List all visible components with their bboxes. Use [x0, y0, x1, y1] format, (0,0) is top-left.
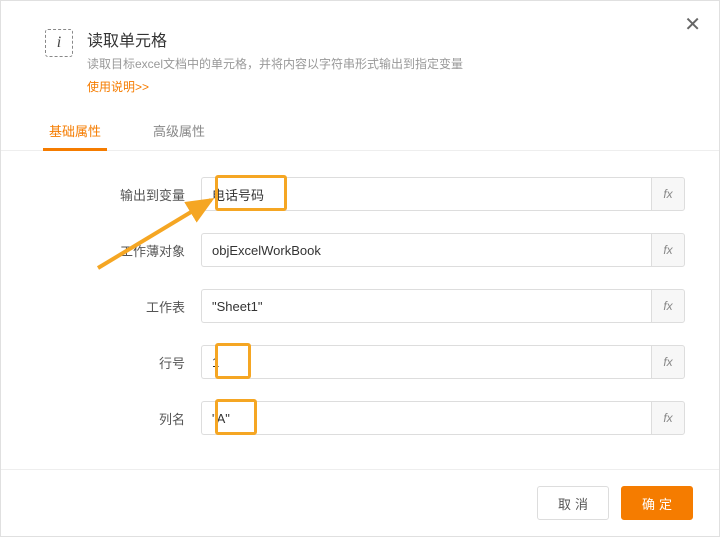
field-workbook: fx — [201, 233, 685, 267]
info-icon: i — [45, 29, 73, 57]
cancel-button[interactable]: 取消 — [537, 486, 609, 520]
close-icon[interactable]: ✕ — [684, 15, 701, 35]
tab-advanced[interactable]: 高级属性 — [149, 113, 209, 150]
dialog-title: 读取单元格 — [87, 27, 675, 51]
input-row-num[interactable] — [201, 345, 651, 379]
dialog-panel: ✕ i 读取单元格 读取目标excel文档中的单元格，并将内容以字符串形式输出到… — [0, 0, 720, 537]
input-output-var[interactable] — [201, 177, 651, 211]
field-row-num: fx — [201, 345, 685, 379]
row-output-var: 输出到变量 fx — [35, 177, 685, 211]
row-col-name: 列名 fx — [35, 401, 685, 435]
input-col-name[interactable] — [201, 401, 651, 435]
fx-button[interactable]: fx — [651, 177, 685, 211]
label-output-var: 输出到变量 — [35, 185, 201, 204]
input-worksheet[interactable] — [201, 289, 651, 323]
fx-button[interactable]: fx — [651, 289, 685, 323]
field-col-name: fx — [201, 401, 685, 435]
dialog-header: i 读取单元格 读取目标excel文档中的单元格，并将内容以字符串形式输出到指定… — [1, 1, 719, 105]
fx-button[interactable]: fx — [651, 401, 685, 435]
row-workbook: 工作薄对象 fx — [35, 233, 685, 267]
label-row-num: 行号 — [35, 353, 201, 372]
field-output-var: fx — [201, 177, 685, 211]
usage-link[interactable]: 使用说明>> — [87, 78, 675, 95]
row-worksheet: 工作表 fx — [35, 289, 685, 323]
ok-button[interactable]: 确定 — [621, 486, 693, 520]
field-worksheet: fx — [201, 289, 685, 323]
fx-button[interactable]: fx — [651, 345, 685, 379]
label-col-name: 列名 — [35, 409, 201, 428]
fx-button[interactable]: fx — [651, 233, 685, 267]
form-area: 输出到变量 fx 工作薄对象 fx 工作表 fx 行号 fx — [1, 151, 719, 467]
row-row-num: 行号 fx — [35, 345, 685, 379]
tabs-bar: 基础属性 高级属性 — [1, 105, 719, 151]
input-workbook[interactable] — [201, 233, 651, 267]
tab-basic[interactable]: 基础属性 — [45, 113, 105, 150]
dialog-subtitle: 读取目标excel文档中的单元格，并将内容以字符串形式输出到指定变量 — [87, 55, 675, 72]
label-workbook: 工作薄对象 — [35, 241, 201, 260]
label-worksheet: 工作表 — [35, 297, 201, 316]
dialog-footer: 取消 确定 — [1, 469, 719, 536]
header-text: 读取单元格 读取目标excel文档中的单元格，并将内容以字符串形式输出到指定变量… — [87, 27, 675, 95]
